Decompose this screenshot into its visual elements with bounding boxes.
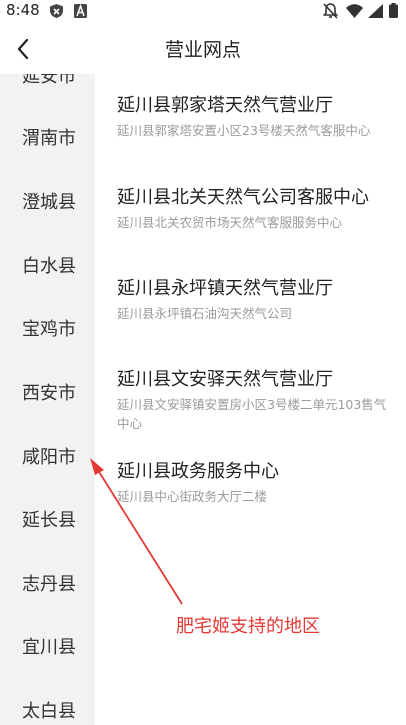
station-name: 延川县文安驿天然气营业厅 xyxy=(117,369,333,390)
station-name: 延川县郭家塔天然气营业厅 xyxy=(117,95,333,116)
sidebar-item[interactable]: 延长县 xyxy=(0,506,95,536)
mute-bell-icon xyxy=(322,3,339,23)
sidebar-item[interactable]: 白水县 xyxy=(0,252,95,282)
wifi-icon xyxy=(346,3,363,22)
sidebar-item[interactable]: 延安市 xyxy=(0,74,95,92)
status-bar: 8:48 xyxy=(0,0,406,22)
sidebar-item[interactable]: 西安市 xyxy=(0,379,95,409)
station-address: 延川县文安驿镇安置房小区3号楼二单元103售气中心 xyxy=(117,397,387,431)
station-name: 延川县永坪镇天然气营业厅 xyxy=(117,278,333,299)
page-title: 营业网点 xyxy=(164,39,241,61)
station-item[interactable]: 延川县文安驿天然气营业厅 延川县文安驿镇安置房小区3号楼二单元103售气中心 xyxy=(117,368,397,433)
station-item[interactable]: 延川县北关天然气公司客服中心 延川县北关农贸市场天然气客服服务中心 xyxy=(117,186,397,232)
sidebar-item[interactable]: 渭南市 xyxy=(0,124,95,154)
signal-icon xyxy=(368,3,383,22)
font-a-icon xyxy=(74,3,87,22)
sidebar-item[interactable]: 志丹县 xyxy=(0,570,95,600)
sidebar-item[interactable]: 咸阳市 xyxy=(0,443,95,473)
app-header: 营业网点 xyxy=(0,22,406,74)
battery-icon xyxy=(389,3,398,22)
station-address: 延川县北关农贸市场天然气客服服务中心 xyxy=(117,215,343,230)
sidebar-item[interactable]: 宜川县 xyxy=(0,633,95,663)
station-name: 延川县政务服务中心 xyxy=(117,461,279,482)
status-time: 8:48 xyxy=(6,1,40,19)
station-name: 延川县北关天然气公司客服中心 xyxy=(117,187,369,208)
sidebar-item[interactable]: 太白县 xyxy=(0,697,95,725)
station-item[interactable]: 延川县永坪镇天然气营业厅 延川县永坪镇石油沟天然气公司 xyxy=(117,277,397,323)
station-item[interactable]: 延川县政务服务中心 延川县中心街政务大厅二楼 xyxy=(117,460,397,506)
station-address: 延川县郭家塔安置小区23号楼天然气客服中心 xyxy=(117,123,371,138)
station-address: 延川县中心街政务大厅二楼 xyxy=(117,489,268,504)
sidebar-item[interactable]: 宝鸡市 xyxy=(0,315,95,345)
annotation-label: 肥宅姬支持的地区 xyxy=(176,616,320,637)
region-sidebar[interactable]: 延安市 渭南市 澄城县 白水县 宝鸡市 西安市 咸阳市 延长县 志丹县 宜川县 … xyxy=(0,74,95,725)
sidebar-item[interactable]: 澄城县 xyxy=(0,188,95,218)
station-item[interactable]: 延川县郭家塔天然气营业厅 延川县郭家塔安置小区23号楼天然气客服中心 xyxy=(117,94,397,140)
station-address: 延川县永坪镇石油沟天然气公司 xyxy=(117,306,293,321)
shield-icon xyxy=(50,3,63,22)
